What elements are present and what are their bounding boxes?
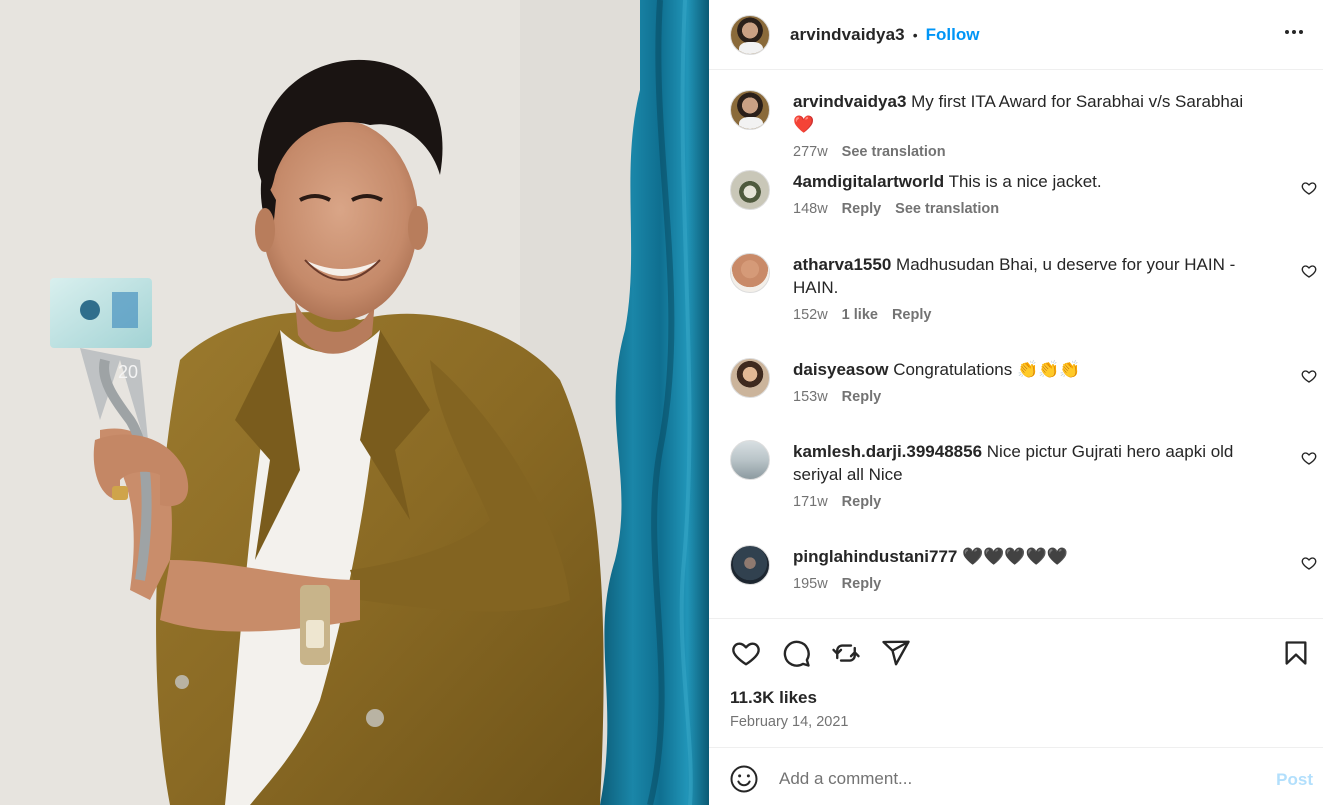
- comment-text: Congratulations 👏👏👏: [893, 360, 1081, 379]
- caption-meta: 277w See translation: [793, 143, 1263, 161]
- like-comment-heart-icon[interactable]: [1301, 555, 1317, 571]
- reply-button[interactable]: Reply: [842, 493, 882, 511]
- caption-age: 277w: [793, 144, 828, 160]
- comment-text: This is a nice jacket.: [948, 172, 1102, 191]
- emoji-icon[interactable]: [729, 764, 759, 794]
- comment-meta: 195w Reply: [793, 575, 1263, 593]
- comment-age: 153w: [793, 389, 828, 405]
- commenter-avatar[interactable]: [730, 440, 770, 480]
- like-heart-icon[interactable]: [729, 636, 763, 670]
- like-comment-heart-icon[interactable]: [1301, 263, 1317, 279]
- see-translation-button[interactable]: See translation: [842, 143, 946, 161]
- comment-composer: Post: [709, 747, 1323, 805]
- comment-age: 195w: [793, 576, 828, 592]
- post-photo[interactable]: 20: [0, 0, 709, 805]
- comment-body: kamlesh.darji.39948856 Nice pictur Gujra…: [793, 440, 1263, 511]
- likes-count[interactable]: 11.3K likes: [730, 688, 817, 708]
- caption-username[interactable]: arvindvaidya3: [793, 92, 906, 111]
- comment-age: 171w: [793, 494, 828, 510]
- share-send-icon[interactable]: [879, 636, 913, 670]
- caption-avatar[interactable]: [730, 90, 770, 130]
- reply-button[interactable]: Reply: [842, 575, 882, 593]
- comment-age: 148w: [793, 201, 828, 217]
- post-date: February 14, 2021: [730, 714, 849, 730]
- commenter-avatar[interactable]: [730, 170, 770, 210]
- commenter-avatar[interactable]: [730, 358, 770, 398]
- comment-body: 4amdigitalartworld This is a nice jacket…: [793, 170, 1263, 218]
- see-translation-button[interactable]: See translation: [895, 200, 999, 218]
- commenter-avatar[interactable]: [730, 545, 770, 585]
- comment-body: pinglahindustani777 🖤🖤🖤🖤🖤 195w Reply: [793, 545, 1263, 593]
- reply-button[interactable]: Reply: [892, 306, 932, 324]
- owner-avatar[interactable]: [730, 14, 770, 55]
- like-comment-heart-icon[interactable]: [1301, 180, 1317, 196]
- post-details-panel: arvindvaidya3 • Follow arvindvaidya3 My …: [709, 0, 1323, 805]
- header-separator: •: [912, 26, 918, 43]
- like-comment-heart-icon[interactable]: [1301, 450, 1317, 466]
- bookmark-icon[interactable]: [1279, 636, 1313, 670]
- trophy-number: 20: [118, 362, 138, 382]
- post-comment-button[interactable]: Post: [1276, 770, 1313, 790]
- comment-username[interactable]: 4amdigitalartworld: [793, 172, 944, 191]
- more-options-icon[interactable]: [1279, 20, 1309, 44]
- follow-button[interactable]: Follow: [926, 25, 980, 45]
- post-header: arvindvaidya3 • Follow: [709, 0, 1323, 70]
- action-icons: [729, 636, 913, 670]
- photo-illustration: 20: [0, 0, 709, 805]
- caption-body: arvindvaidya3 My first ITA Award for Sar…: [793, 90, 1263, 161]
- comment-body: daisyeasow Congratulations 👏👏👏 153w Repl…: [793, 358, 1263, 406]
- comment-username[interactable]: pinglahindustani777: [793, 547, 957, 566]
- comments-list[interactable]: arvindvaidya3 My first ITA Award for Sar…: [709, 70, 1323, 618]
- reply-button[interactable]: Reply: [842, 200, 882, 218]
- comment-age: 152w: [793, 307, 828, 323]
- comment-username[interactable]: atharva1550: [793, 255, 891, 274]
- comment-bubble-icon[interactable]: [779, 636, 813, 670]
- repost-icon[interactable]: [829, 636, 863, 670]
- comment-like-count[interactable]: 1 like: [842, 306, 878, 324]
- like-comment-heart-icon[interactable]: [1301, 368, 1317, 384]
- comment-text: 🖤🖤🖤🖤🖤: [962, 547, 1068, 566]
- reply-button[interactable]: Reply: [842, 388, 882, 406]
- comment-meta: 152w 1 like Reply: [793, 306, 1263, 324]
- comment-meta: 153w Reply: [793, 388, 1263, 406]
- comment-meta: 148w Reply See translation: [793, 200, 1263, 218]
- comment-username[interactable]: daisyeasow: [793, 360, 888, 379]
- commenter-avatar[interactable]: [730, 253, 770, 293]
- comment-meta: 171w Reply: [793, 493, 1263, 511]
- comment-body: atharva1550 Madhusudan Bhai, u deserve f…: [793, 253, 1263, 324]
- comment-username[interactable]: kamlesh.darji.39948856: [793, 442, 982, 461]
- owner-username[interactable]: arvindvaidya3: [790, 25, 905, 45]
- comment-input[interactable]: [779, 764, 1239, 794]
